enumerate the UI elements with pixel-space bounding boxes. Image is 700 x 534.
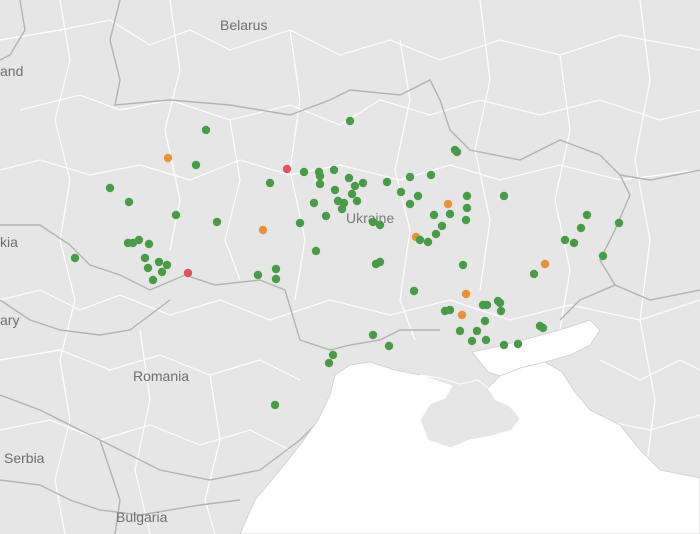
marker-green[interactable] <box>70 253 80 263</box>
marker-green[interactable] <box>171 210 181 220</box>
marker-green[interactable] <box>154 257 164 267</box>
marker-green[interactable] <box>191 160 201 170</box>
marker-green[interactable] <box>345 116 355 126</box>
marker-green[interactable] <box>134 235 144 245</box>
marker-green[interactable] <box>144 239 154 249</box>
marker-green[interactable] <box>445 209 455 219</box>
marker-green[interactable] <box>582 210 592 220</box>
marker-green[interactable] <box>344 173 354 183</box>
marker-green[interactable] <box>429 210 439 220</box>
marker-green[interactable] <box>478 300 488 310</box>
marker-green[interactable] <box>162 260 172 270</box>
marker-green[interactable] <box>493 296 503 306</box>
marker-green[interactable] <box>413 191 423 201</box>
marker-green[interactable] <box>371 259 381 269</box>
label-bulgaria: Bulgaria <box>116 509 168 525</box>
marker-green[interactable] <box>315 171 325 181</box>
marker-green[interactable] <box>450 145 460 155</box>
marker-green[interactable] <box>382 177 392 187</box>
marker-green[interactable] <box>358 178 368 188</box>
marker-green[interactable] <box>311 246 321 256</box>
marker-green[interactable] <box>270 400 280 410</box>
marker-green[interactable] <box>339 198 349 208</box>
marker-green[interactable] <box>368 330 378 340</box>
marker-green[interactable] <box>329 165 339 175</box>
marker-green[interactable] <box>143 263 153 273</box>
marker-green[interactable] <box>499 191 509 201</box>
marker-green[interactable] <box>431 229 441 239</box>
marker-green[interactable] <box>352 196 362 206</box>
marker-green[interactable] <box>347 189 357 199</box>
marker-green[interactable] <box>396 187 406 197</box>
marker-green[interactable] <box>458 260 468 270</box>
marker-green[interactable] <box>538 323 548 333</box>
marker-green[interactable] <box>461 215 471 225</box>
marker-green[interactable] <box>324 358 334 368</box>
marker-green[interactable] <box>265 178 275 188</box>
marker-green[interactable] <box>426 170 436 180</box>
marker-green[interactable] <box>148 275 158 285</box>
marker-green[interactable] <box>423 237 433 247</box>
marker-green[interactable] <box>409 286 419 296</box>
marker-green[interactable] <box>384 341 394 351</box>
marker-green[interactable] <box>328 350 338 360</box>
marker-orange[interactable] <box>163 153 173 163</box>
marker-green[interactable] <box>415 235 425 245</box>
marker-green[interactable] <box>440 306 450 316</box>
marker-green[interactable] <box>499 340 509 350</box>
marker-green[interactable] <box>295 218 305 228</box>
marker-green[interactable] <box>375 220 385 230</box>
marker-orange[interactable] <box>258 225 268 235</box>
marker-green[interactable] <box>212 217 222 227</box>
marker-green[interactable] <box>496 306 506 316</box>
marker-green[interactable] <box>309 198 319 208</box>
label-poland: and <box>0 63 23 79</box>
marker-green[interactable] <box>462 203 472 213</box>
label-slovakia: kia <box>0 234 18 250</box>
marker-green[interactable] <box>271 274 281 284</box>
marker-green[interactable] <box>330 185 340 195</box>
marker-green[interactable] <box>140 253 150 263</box>
marker-green[interactable] <box>513 339 523 349</box>
marker-green[interactable] <box>598 251 608 261</box>
marker-green[interactable] <box>455 326 465 336</box>
marker-green[interactable] <box>529 269 539 279</box>
marker-green[interactable] <box>614 218 624 228</box>
label-belarus: Belarus <box>220 17 267 33</box>
marker-green[interactable] <box>105 183 115 193</box>
marker-green[interactable] <box>481 335 491 345</box>
marker-green[interactable] <box>405 172 415 182</box>
label-romania: Romania <box>133 368 189 384</box>
marker-green[interactable] <box>350 181 360 191</box>
marker-green[interactable] <box>472 326 482 336</box>
label-hungary: ary <box>0 312 19 328</box>
marker-green[interactable] <box>321 211 331 221</box>
marker-green[interactable] <box>124 197 134 207</box>
marker-green[interactable] <box>315 179 325 189</box>
marker-green[interactable] <box>201 125 211 135</box>
marker-green[interactable] <box>569 238 579 248</box>
marker-green[interactable] <box>437 221 447 231</box>
marker-red[interactable] <box>282 164 292 174</box>
marker-green[interactable] <box>299 167 309 177</box>
marker-green[interactable] <box>123 238 133 248</box>
marker-green[interactable] <box>271 264 281 274</box>
marker-green[interactable] <box>576 223 586 233</box>
map-canvas[interactable]: Belarus and kia ary Romania Ukraine Serb… <box>0 0 700 534</box>
marker-green[interactable] <box>560 235 570 245</box>
marker-orange[interactable] <box>540 259 550 269</box>
marker-green[interactable] <box>462 191 472 201</box>
marker-orange[interactable] <box>443 199 453 209</box>
marker-green[interactable] <box>253 270 263 280</box>
marker-green[interactable] <box>157 267 167 277</box>
marker-green[interactable] <box>405 199 415 209</box>
marker-green[interactable] <box>480 316 490 326</box>
marker-orange[interactable] <box>457 310 467 320</box>
marker-red[interactable] <box>183 268 193 278</box>
marker-orange[interactable] <box>461 289 471 299</box>
marker-green[interactable] <box>467 336 477 346</box>
label-serbia: Serbia <box>4 450 45 466</box>
